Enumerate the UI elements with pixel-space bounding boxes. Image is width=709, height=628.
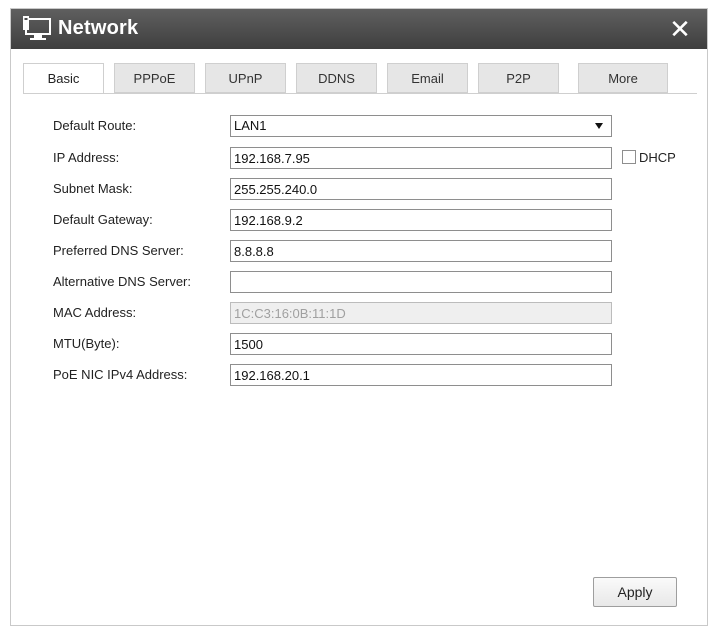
row-default-route: Default Route: LAN1: [11, 115, 707, 139]
preferred-dns-label: Preferred DNS Server:: [53, 243, 184, 258]
ip-address-input[interactable]: [230, 147, 612, 169]
default-route-select[interactable]: LAN1: [230, 115, 612, 137]
title-bar[interactable]: Network ✕: [11, 9, 707, 49]
row-ip-address: IP Address: DHCP: [11, 147, 707, 171]
default-gateway-label: Default Gateway:: [53, 212, 153, 227]
preferred-dns-input[interactable]: [230, 240, 612, 262]
poe-nic-ipv4-label: PoE NIC IPv4 Address:: [53, 367, 188, 382]
tab-p2p[interactable]: P2P: [478, 63, 559, 93]
alternative-dns-input[interactable]: [230, 271, 612, 293]
tab-pppoe[interactable]: PPPoE: [114, 63, 195, 93]
dialog-title: Network: [58, 17, 139, 39]
close-icon[interactable]: ✕: [667, 16, 693, 42]
apply-button[interactable]: Apply: [593, 577, 677, 607]
row-mac-address: MAC Address:: [11, 302, 707, 326]
subnet-mask-label: Subnet Mask:: [53, 181, 133, 196]
row-mtu: MTU(Byte):: [11, 333, 707, 357]
chevron-down-icon[interactable]: [595, 123, 603, 129]
mac-address-input: [230, 302, 612, 324]
mac-address-label: MAC Address:: [53, 305, 137, 320]
default-route-value: LAN1: [234, 118, 267, 133]
alternative-dns-label: Alternative DNS Server:: [53, 274, 191, 289]
poe-nic-ipv4-input[interactable]: [230, 364, 612, 386]
mtu-label: MTU(Byte):: [53, 336, 120, 351]
tab-ddns[interactable]: DDNS: [296, 63, 377, 93]
network-dialog: Network ✕ Basic PPPoE UPnP DDNS Email P2…: [10, 8, 708, 626]
subnet-mask-input[interactable]: [230, 178, 612, 200]
tab-email[interactable]: Email: [387, 63, 468, 93]
row-default-gateway: Default Gateway:: [11, 209, 707, 233]
tab-divider: [23, 93, 697, 94]
tab-upnp[interactable]: UPnP: [205, 63, 286, 93]
row-subnet-mask: Subnet Mask:: [11, 178, 707, 202]
network-computer-icon: [23, 16, 51, 40]
row-alternative-dns: Alternative DNS Server:: [11, 271, 707, 295]
row-preferred-dns: Preferred DNS Server:: [11, 240, 707, 264]
default-gateway-input[interactable]: [230, 209, 612, 231]
mtu-input[interactable]: [230, 333, 612, 355]
default-route-label: Default Route:: [53, 118, 137, 133]
ip-address-label: IP Address:: [53, 150, 120, 165]
tab-basic[interactable]: Basic: [23, 63, 104, 94]
dhcp-label: DHCP: [639, 150, 676, 165]
tab-more[interactable]: More: [578, 63, 668, 93]
row-poe-nic-ipv4: PoE NIC IPv4 Address:: [11, 364, 707, 388]
dhcp-checkbox[interactable]: [622, 150, 636, 164]
